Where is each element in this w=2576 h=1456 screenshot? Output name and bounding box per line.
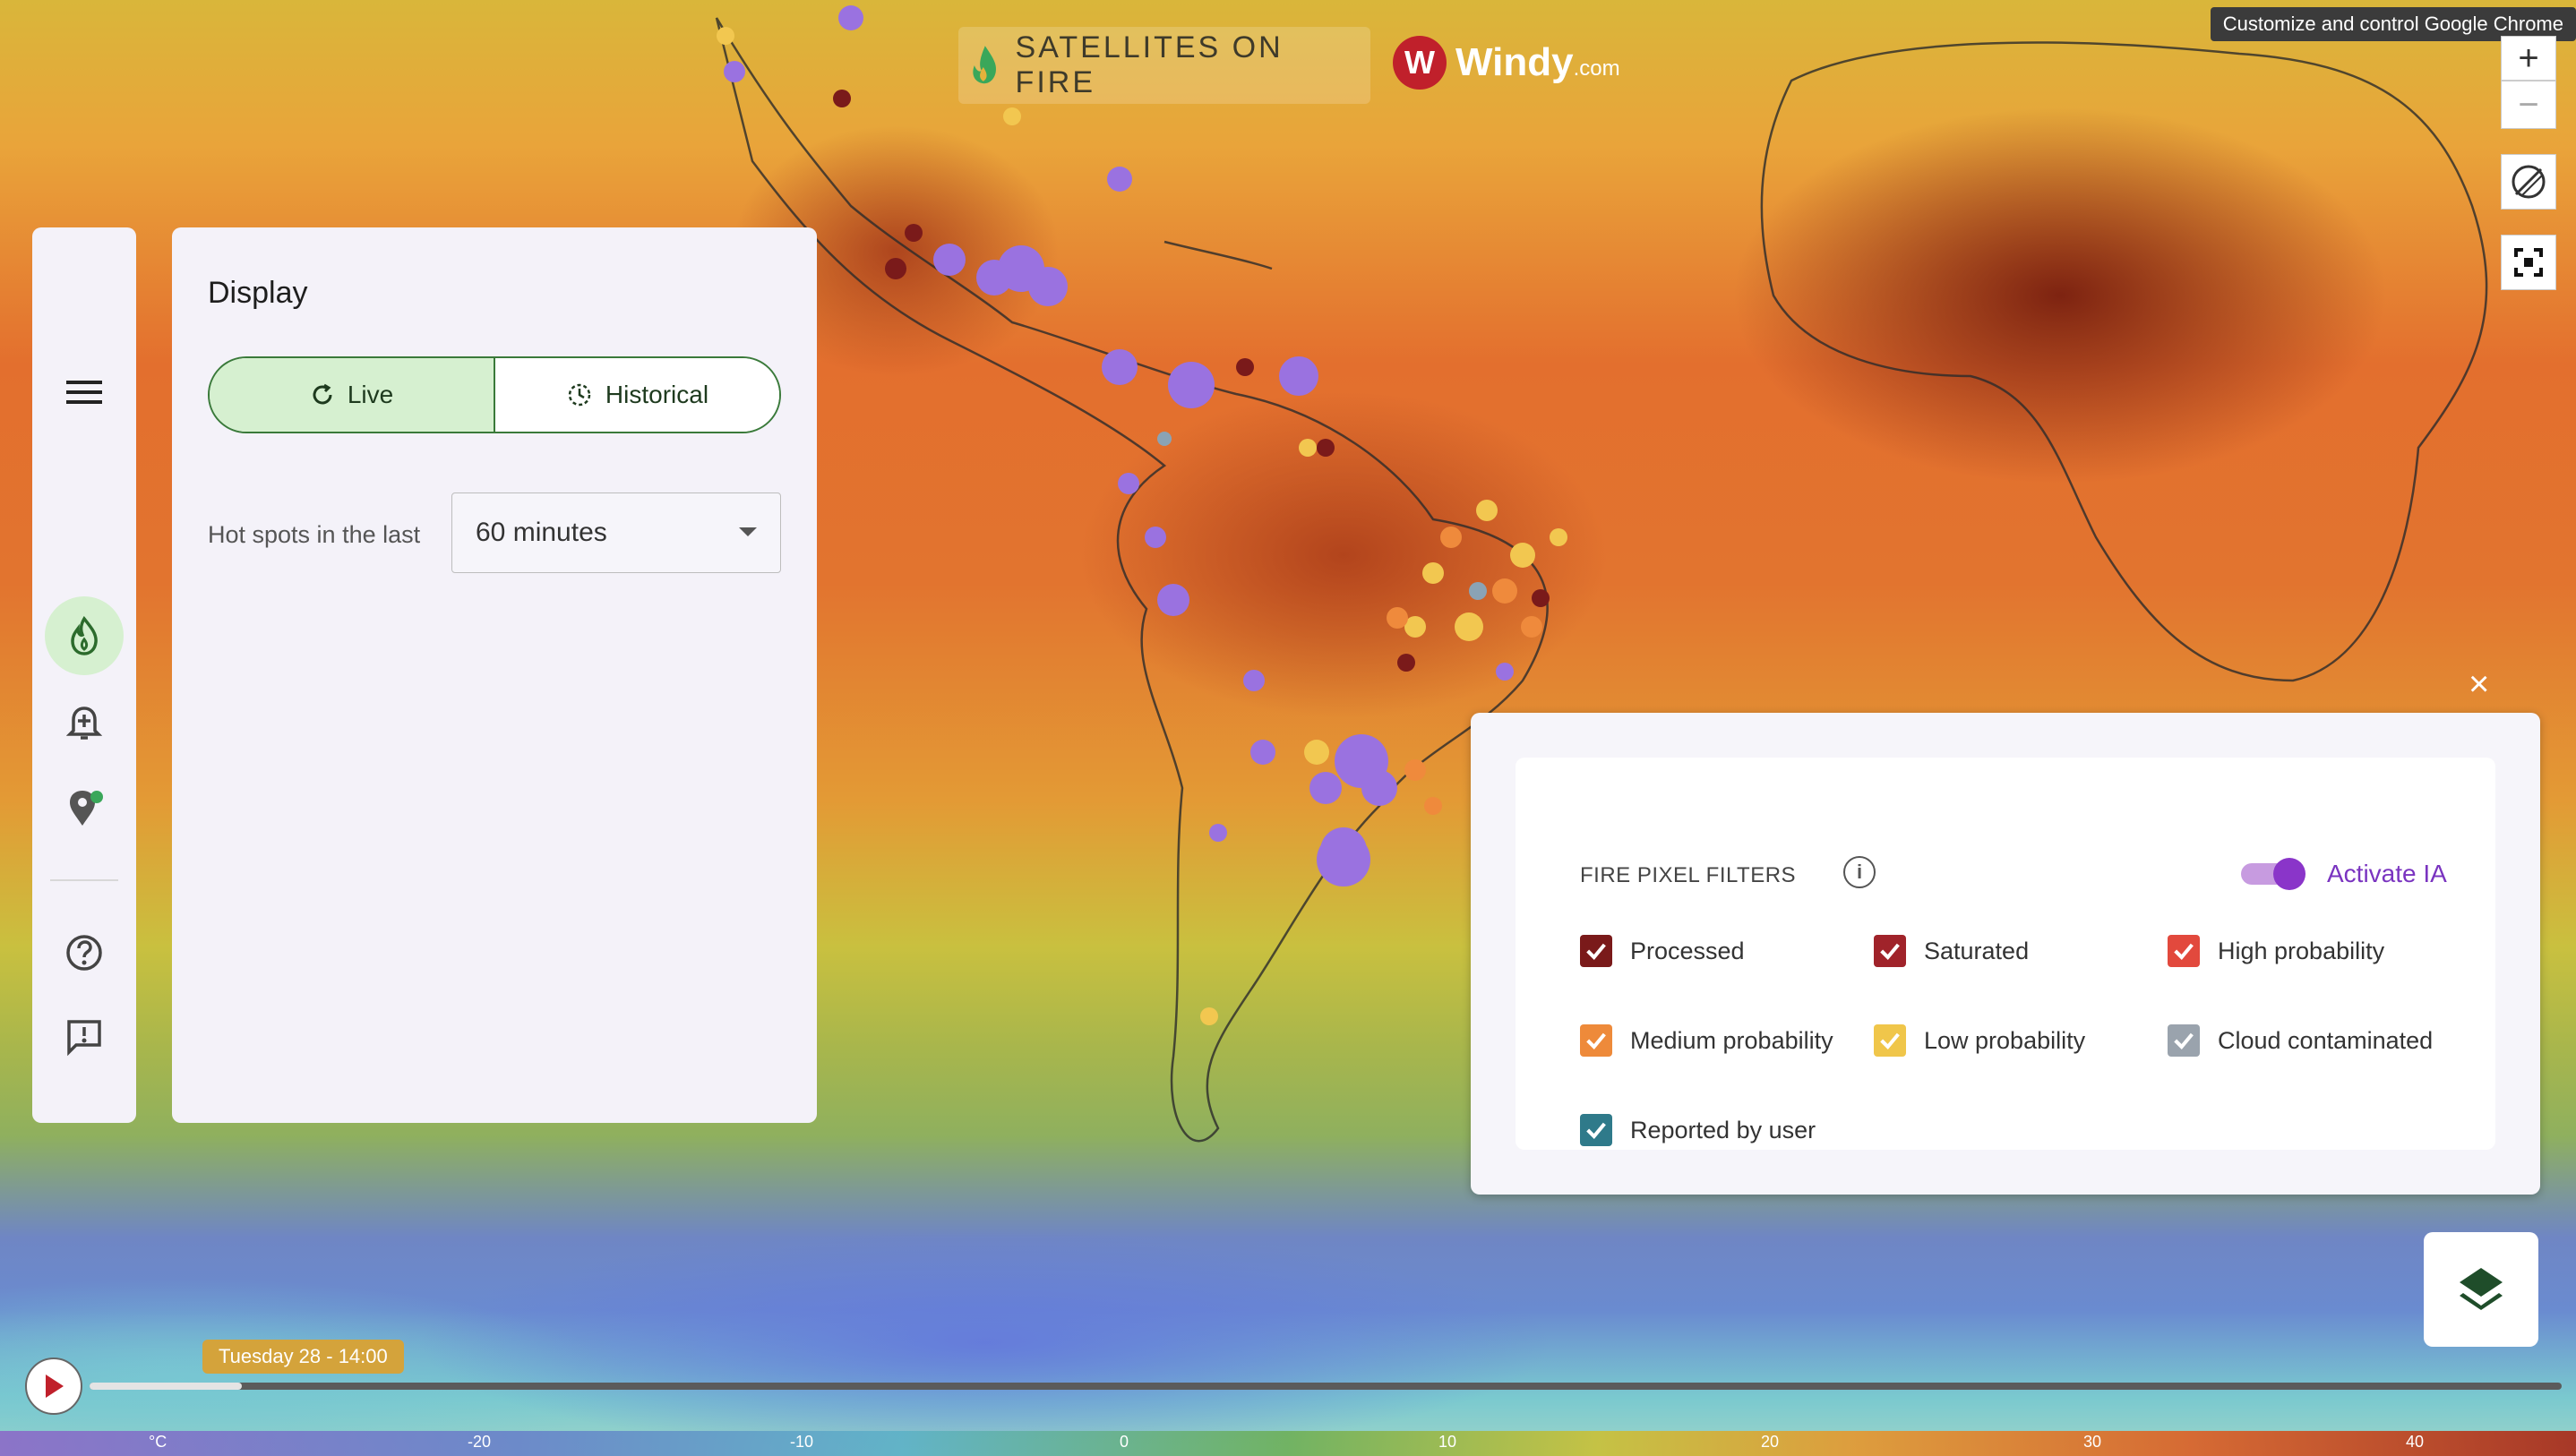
hot-spots-time-value: 60 minutes xyxy=(476,518,607,547)
live-mode-label: Live xyxy=(347,381,394,408)
filters-title: FIRE PIXEL FILTERS xyxy=(1580,863,1797,887)
satellite-icon xyxy=(2512,165,2546,199)
toggle-knob xyxy=(2273,858,2306,890)
filter-label: Processed xyxy=(1630,937,1745,964)
fullscreen-button[interactable] xyxy=(2501,235,2556,290)
dropdown-arrow-icon xyxy=(739,527,757,536)
refresh-icon xyxy=(313,383,332,405)
filter-low-probability[interactable]: Low probability xyxy=(1874,1024,2085,1057)
scale-tick: -10 xyxy=(790,1433,814,1451)
brand-title: SATELLITES ON FIRE xyxy=(1015,30,1284,99)
close-filters-button[interactable]: × xyxy=(2469,664,2489,705)
scale-tick: -20 xyxy=(468,1433,492,1451)
checkbox-checked-icon xyxy=(2168,935,2200,967)
filter-label: Low probability xyxy=(1924,1026,2086,1054)
mode-segmented-control: Live Historical xyxy=(208,356,781,433)
filter-medium-probability[interactable]: Medium probability xyxy=(1580,1024,1833,1057)
live-mode-button[interactable]: Live xyxy=(210,358,495,432)
filter-label: Saturated xyxy=(1924,937,2030,964)
filter-label: Reported by user xyxy=(1630,1116,1816,1143)
filter-label: Cloud contaminated xyxy=(2218,1026,2434,1054)
fire-icon xyxy=(71,616,98,655)
filter-label: Medium probability xyxy=(1630,1026,1833,1054)
filters-card: FIRE PIXEL FILTERS i Activate IA Process… xyxy=(1516,758,2495,1150)
display-panel: Display Live Historical Hot spots in the… xyxy=(172,227,817,1123)
filter-cloud-contaminated[interactable]: Cloud contaminated xyxy=(2168,1024,2433,1057)
scale-tick: 0 xyxy=(1120,1433,1129,1451)
checkbox-checked-icon xyxy=(1874,935,1906,967)
layers-button[interactable] xyxy=(2424,1232,2538,1347)
layers-icon xyxy=(2460,1268,2503,1310)
timeline-track[interactable] xyxy=(90,1383,2562,1390)
location-pin-add-icon xyxy=(70,791,103,826)
report-fire-nav-button[interactable] xyxy=(45,768,124,847)
checkbox-checked-icon xyxy=(1580,935,1612,967)
feedback-icon xyxy=(67,1020,101,1057)
windy-suffix: .com xyxy=(1573,56,1620,81)
fires-nav-button[interactable] xyxy=(45,596,124,675)
fire-pixel-filters-panel: FIRE PIXEL FILTERS i Activate IA Process… xyxy=(1471,713,2540,1195)
play-button[interactable] xyxy=(25,1358,82,1415)
flame-logo-icon xyxy=(973,46,997,84)
fullscreen-icon xyxy=(2514,248,2543,277)
hot-spots-time-select[interactable]: 60 minutes xyxy=(451,492,781,573)
panel-title: Display xyxy=(208,276,308,310)
filter-label: High probability xyxy=(2218,937,2385,964)
checkbox-checked-icon xyxy=(2168,1024,2200,1057)
filter-processed[interactable]: Processed xyxy=(1580,935,1745,967)
temperature-scale xyxy=(0,1431,2576,1456)
scale-tick: 10 xyxy=(1438,1433,1457,1451)
checkbox-checked-icon xyxy=(1580,1024,1612,1057)
timeline-current-time[interactable]: Tuesday 28 - 14:00 xyxy=(202,1340,404,1374)
help-icon xyxy=(66,935,102,971)
scale-tick: 20 xyxy=(1761,1433,1780,1451)
play-icon xyxy=(46,1375,64,1398)
filter-high-probability[interactable]: High probability xyxy=(2168,935,2384,967)
activate-ia-label: Activate IA xyxy=(2327,860,2447,887)
checkbox-checked-icon xyxy=(1580,1114,1612,1146)
scale-unit: °C xyxy=(149,1433,167,1451)
satellite-toggle-button[interactable] xyxy=(2501,154,2556,210)
hamburger-icon xyxy=(66,381,102,404)
historical-mode-button[interactable]: Historical xyxy=(495,358,779,432)
historical-mode-label: Historical xyxy=(605,381,709,408)
filter-saturated[interactable]: Saturated xyxy=(1874,935,2029,967)
help-nav-button[interactable] xyxy=(45,913,124,992)
windy-logo[interactable]: W Windy.com xyxy=(1393,36,1620,90)
add-alert-icon xyxy=(66,707,102,740)
menu-button[interactable] xyxy=(45,353,124,432)
feedback-nav-button[interactable] xyxy=(45,998,124,1076)
windy-name: Windy xyxy=(1455,40,1574,84)
hotspots-yellow xyxy=(717,27,1567,1025)
rail-divider xyxy=(50,879,118,881)
hot-spots-label: Hot spots in the last xyxy=(208,521,421,548)
alerts-nav-button[interactable] xyxy=(45,682,124,761)
scale-tick: 30 xyxy=(2083,1433,2102,1451)
timeline-progress xyxy=(90,1383,242,1390)
activate-ia-toggle[interactable] xyxy=(2241,858,2306,890)
scale-tick: 40 xyxy=(2406,1433,2425,1451)
left-nav-rail xyxy=(32,227,136,1123)
hotspots-purple xyxy=(724,5,1514,886)
zoom-in-button[interactable]: + xyxy=(2501,36,2556,81)
info-icon[interactable]: i xyxy=(1843,856,1876,888)
satellites-on-fire-logo[interactable]: SATELLITES ON FIRE xyxy=(958,27,1370,104)
history-clock-icon xyxy=(568,383,591,407)
checkbox-checked-icon xyxy=(1874,1024,1906,1057)
windy-logo-icon: W xyxy=(1393,36,1447,90)
filter-reported-by-user[interactable]: Reported by user xyxy=(1580,1114,1816,1146)
zoom-out-button[interactable]: − xyxy=(2501,81,2556,129)
